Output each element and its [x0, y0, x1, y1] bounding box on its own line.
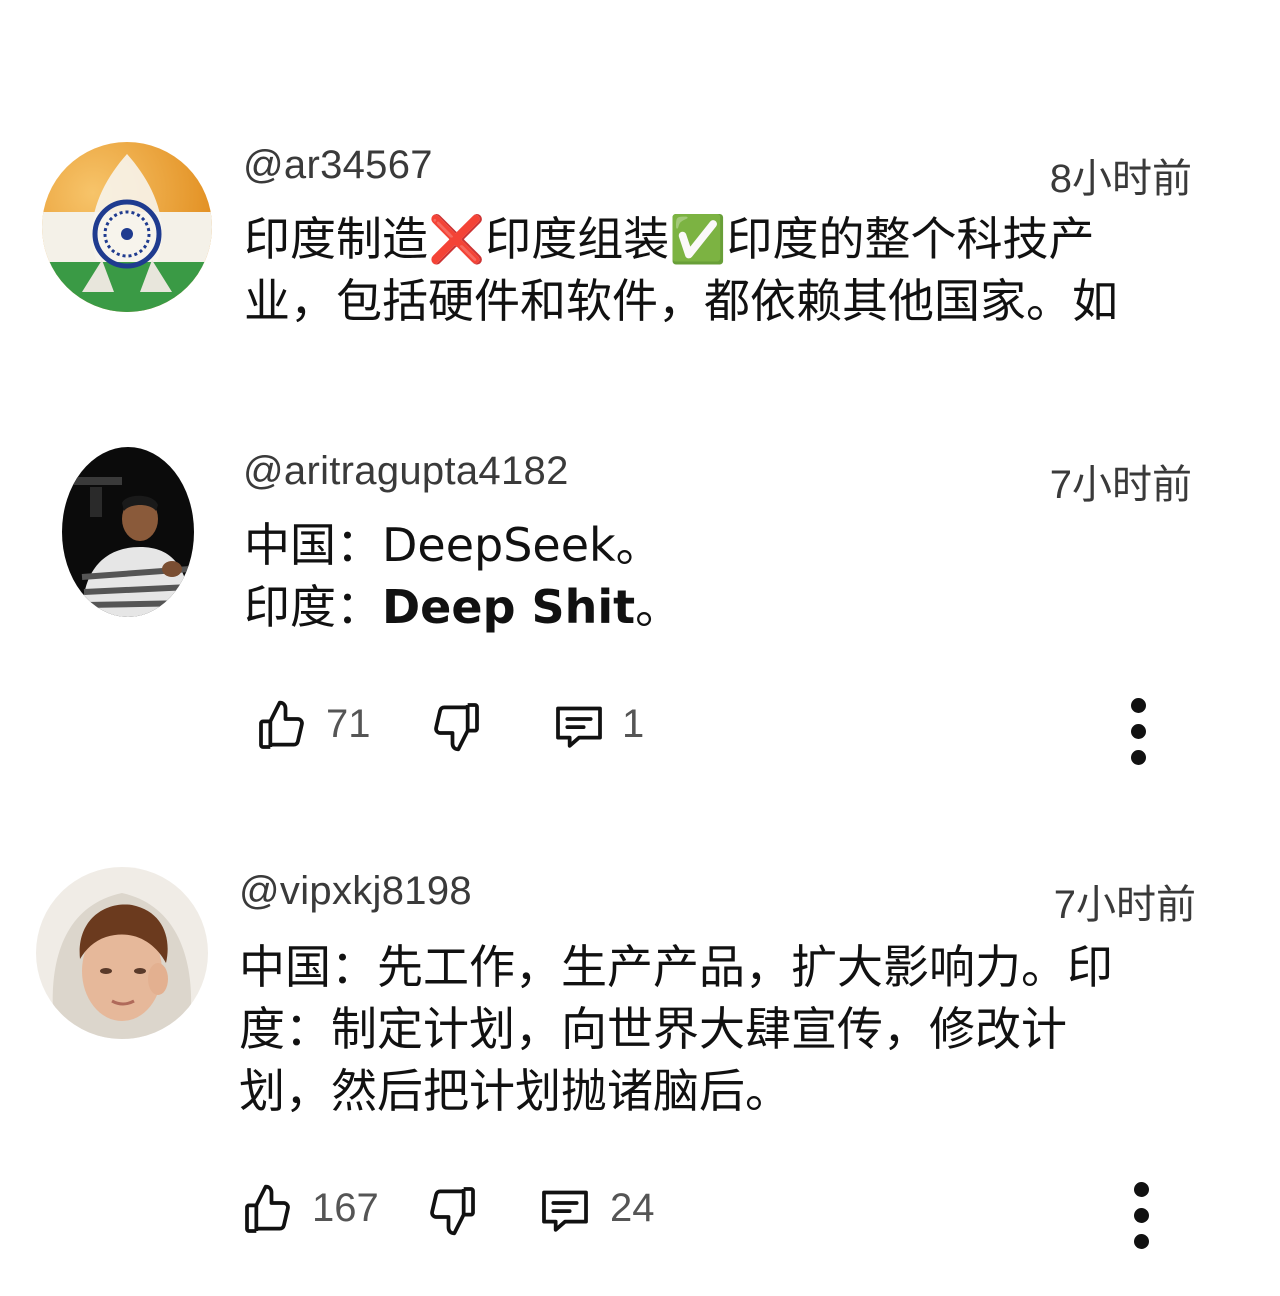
like-button[interactable]	[240, 1182, 296, 1243]
reply-count: 24	[610, 1186, 655, 1230]
country-label: 印度：	[244, 580, 382, 634]
dislike-button[interactable]	[428, 698, 484, 759]
more-vertical-icon-dot	[1130, 724, 1146, 739]
comment-timestamp: 8小时前	[1049, 157, 1192, 201]
comment-text-line: 中国：先工作，生产产品，扩大影响力。印	[239, 940, 1113, 994]
thumbs-up-icon	[245, 1184, 290, 1233]
comment-icon	[556, 706, 602, 748]
comment-text-line: 印度制造❌印度组装✅印度的整个科技产	[244, 212, 1095, 266]
like-button[interactable]	[254, 698, 310, 759]
punctuation: 。	[615, 518, 662, 572]
comment-actions: 167 24	[0, 1176, 1280, 1249]
comment-text: 中国：先工作，生产产品，扩大影响力。印 度：制定计划，向世界大肆宣传，修改计 划…	[239, 936, 1239, 1122]
avatar[interactable]	[42, 142, 212, 312]
country-label: 中国：	[244, 518, 382, 572]
comment-timestamp: 7小时前	[1053, 883, 1196, 927]
more-vertical-icon	[1133, 1182, 1149, 1197]
like-count: 71	[326, 702, 371, 746]
reply-button[interactable]	[536, 1182, 594, 1243]
more-options-button[interactable]	[1126, 1182, 1156, 1260]
more-vertical-icon-dot	[1133, 1234, 1149, 1249]
comment-text: 中国：DeepSeek。 印度：Deep Shit。	[244, 514, 1144, 638]
comment-author-handle[interactable]: @aritragupta4182	[243, 449, 569, 494]
comment-timestamp: 7小时前	[1049, 463, 1192, 507]
thumbs-down-icon	[430, 1187, 475, 1236]
comment-text: 印度制造❌印度组装✅印度的整个科技产 业，包括硬件和软件，都依赖其他国家。如	[244, 208, 1244, 332]
punctuation: 。	[635, 580, 682, 634]
reply-button[interactable]	[550, 698, 608, 759]
comment-icon	[542, 1190, 588, 1232]
thumbs-up-icon	[259, 700, 304, 749]
more-vertical-icon-dot	[1130, 750, 1146, 765]
comment-text-line: 度：制定计划，向世界大肆宣传，修改计	[239, 1002, 1067, 1056]
thumbs-down-icon	[434, 703, 479, 752]
avatar[interactable]	[62, 447, 194, 617]
comment-author-handle[interactable]: @vipxkj8198	[239, 869, 472, 914]
comment-text-line: 印度：Deep Shit。	[244, 576, 1144, 638]
like-count: 167	[312, 1186, 379, 1230]
comment-text-line: 中国：DeepSeek。	[244, 514, 1144, 576]
avatar[interactable]	[36, 867, 208, 1039]
reply-count: 1	[622, 702, 645, 746]
more-vertical-icon-dot	[1133, 1208, 1149, 1223]
portrait-avatar-image	[36, 867, 208, 1039]
comment-actions: 71 1	[0, 692, 1280, 765]
india-flag-avatar-image	[42, 142, 212, 312]
comment-text-line: 业，包括硬件和软件，都依赖其他国家。如	[244, 274, 1118, 328]
portrait-avatar-image	[62, 447, 194, 617]
more-vertical-icon	[1130, 698, 1146, 713]
comment-text-line: 划，然后把计划抛诸脑后。	[239, 1064, 791, 1118]
comment-phrase: DeepSeek	[382, 518, 616, 572]
comment-phrase-bold: Deep Shit	[382, 580, 636, 634]
comment-author-handle[interactable]: @ar34567	[243, 143, 433, 188]
dislike-button[interactable]	[424, 1182, 480, 1243]
more-options-button[interactable]	[1123, 698, 1153, 776]
